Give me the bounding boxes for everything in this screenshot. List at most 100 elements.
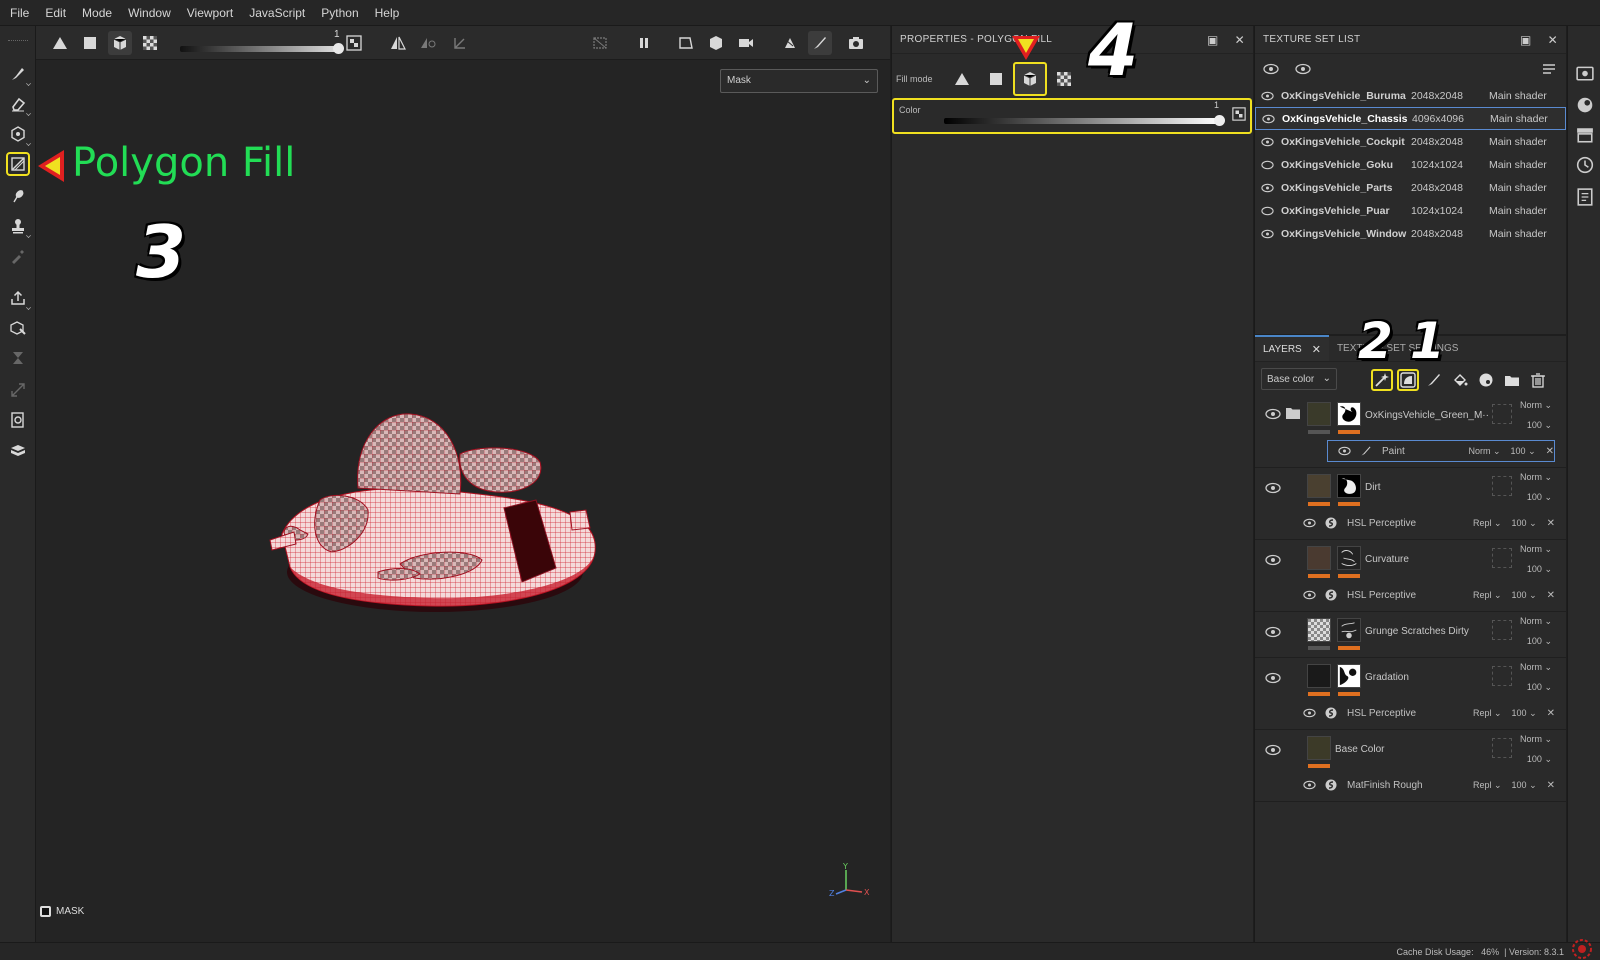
eye-icon[interactable] xyxy=(1262,114,1276,124)
menu-mode[interactable]: Mode xyxy=(80,6,124,20)
view-2d-button[interactable] xyxy=(674,31,698,55)
menu-window[interactable]: Window xyxy=(126,6,183,20)
clone-tool[interactable] xyxy=(6,214,31,238)
eye-icon[interactable] xyxy=(1303,518,1317,528)
log-icon[interactable] xyxy=(1576,188,1594,206)
hide-mask-button[interactable] xyxy=(588,31,612,55)
mask-indicator[interactable]: MASK xyxy=(40,906,84,917)
add-effect-button[interactable] xyxy=(1371,369,1393,391)
fill-mode-mesh[interactable] xyxy=(1012,62,1047,96)
sublayer-blend[interactable]: Repl ⌄ xyxy=(1473,780,1502,791)
texture-set-row[interactable]: OxKingsVehicle_Cockpit 2048x2048 Main sh… xyxy=(1255,130,1566,153)
eye-icon[interactable] xyxy=(1265,408,1281,420)
pause-button[interactable] xyxy=(632,31,656,55)
measure-tool[interactable] xyxy=(6,408,30,432)
display-tool[interactable] xyxy=(6,438,30,462)
fill-mode-quad-button[interactable] xyxy=(78,31,102,55)
smudge-tool[interactable] xyxy=(6,184,30,208)
vehicle-3d-model[interactable] xyxy=(260,382,600,622)
add-paint-layer-button[interactable] xyxy=(1423,369,1445,391)
eye-icon[interactable] xyxy=(1303,780,1317,790)
effect-sublayer[interactable]: HSL Perceptive Repl ⌄ 100 ⌄ ✕ xyxy=(1303,702,1555,724)
geometry-mask-tool[interactable] xyxy=(6,316,30,340)
layer-blend-mode[interactable]: Norm ⌄ xyxy=(1520,734,1552,745)
texture-set-row[interactable]: OxKingsVehicle_Puar 1024x1024 Main shade… xyxy=(1255,199,1566,222)
paint-brush-tool[interactable] xyxy=(6,62,31,86)
camera-button[interactable] xyxy=(734,31,758,55)
layer-opacity[interactable]: 100 ⌄ xyxy=(1527,492,1552,503)
viewport[interactable]: 1 Mask ⌄ Polygon Fill 3 Y X Z MASK xyxy=(36,26,890,942)
eye-icon[interactable] xyxy=(1261,183,1275,193)
layer-blend-mode[interactable]: Norm ⌄ xyxy=(1520,544,1552,555)
eraser-tool[interactable] xyxy=(6,92,31,116)
screenshot-button[interactable] xyxy=(844,31,868,55)
layer-opacity[interactable]: 100 ⌄ xyxy=(1527,682,1552,693)
display-settings-icon[interactable] xyxy=(1576,96,1594,114)
texture-set-row[interactable]: OxKingsVehicle_Goku 1024x1024 Main shade… xyxy=(1255,153,1566,176)
maximize-icon[interactable]: ▣ xyxy=(1520,33,1532,47)
history-icon[interactable] xyxy=(1576,156,1594,174)
archive-icon[interactable] xyxy=(1576,126,1594,144)
slider-mode-button[interactable] xyxy=(342,31,366,55)
polygon-fill-tool[interactable] xyxy=(6,152,30,176)
color-picker-tool[interactable] xyxy=(6,244,30,268)
mask-dropdown[interactable]: Mask ⌄ xyxy=(720,69,878,93)
channel-dropdown[interactable]: Base color ⌄ xyxy=(1261,368,1337,390)
eye-icon[interactable] xyxy=(1303,590,1317,600)
sublayer-opacity[interactable]: 100 ⌄ xyxy=(1512,708,1537,719)
toolbar-grip[interactable] xyxy=(7,40,28,42)
view-3d-button[interactable] xyxy=(704,31,728,55)
texture-set-row-selected[interactable]: OxKingsVehicle_Chassis 4096x4096 Main sh… xyxy=(1255,107,1566,130)
menu-help[interactable]: Help xyxy=(373,6,412,20)
fill-mode-mesh-button[interactable] xyxy=(108,31,132,55)
layer-blend-mode[interactable]: Norm ⌄ xyxy=(1520,662,1552,673)
layer-blend-mode[interactable]: Norm ⌄ xyxy=(1520,400,1552,411)
eye-icon[interactable] xyxy=(1265,626,1281,638)
sublayer-opacity[interactable]: 100 ⌄ xyxy=(1511,446,1536,457)
fill-mode-quad[interactable] xyxy=(979,62,1013,96)
add-folder-button[interactable] xyxy=(1501,369,1523,391)
transform-button[interactable] xyxy=(448,31,472,55)
eye-closed-icon[interactable] xyxy=(1261,160,1275,170)
fill-mode-uv[interactable] xyxy=(1047,62,1081,96)
sublayer-opacity[interactable]: 100 ⌄ xyxy=(1512,518,1537,529)
menu-edit[interactable]: Edit xyxy=(43,6,78,20)
effect-sublayer[interactable]: HSL Perceptive Repl ⌄ 100 ⌄ ✕ xyxy=(1303,584,1555,606)
maximize-icon[interactable]: ▣ xyxy=(1207,33,1219,47)
environment-button[interactable] xyxy=(778,31,802,55)
layer-blend-mode[interactable]: Norm ⌄ xyxy=(1520,616,1552,627)
close-icon[interactable]: ✕ xyxy=(1548,33,1558,47)
transform-tool[interactable] xyxy=(6,378,30,402)
eye-icon[interactable] xyxy=(1295,62,1311,76)
sublayer-opacity[interactable]: 100 ⌄ xyxy=(1512,780,1537,791)
effect-sublayer[interactable]: MatFinish Rough Repl ⌄ 100 ⌄ ✕ xyxy=(1303,774,1555,796)
sublayer-blend[interactable]: Repl ⌄ xyxy=(1473,590,1502,601)
menu-file[interactable]: File xyxy=(8,6,41,20)
eye-icon[interactable] xyxy=(1261,91,1275,101)
eye-cycle-icon[interactable] xyxy=(1263,62,1279,76)
list-menu-icon[interactable] xyxy=(1542,62,1556,76)
effect-sublayer[interactable]: HSL Perceptive Repl ⌄ 100 ⌄ ✕ xyxy=(1303,512,1555,534)
eye-closed-icon[interactable] xyxy=(1261,206,1275,216)
sublayer-blend[interactable]: Repl ⌄ xyxy=(1473,708,1502,719)
bake-tool[interactable] xyxy=(6,286,31,310)
close-icon[interactable]: ✕ xyxy=(1312,343,1321,356)
fill-mode-triangle-button[interactable] xyxy=(48,31,72,55)
close-icon[interactable]: ✕ xyxy=(1547,708,1555,719)
paint-sublayer[interactable]: Paint Norm ⌄ 100 ⌄ ✕ xyxy=(1327,440,1555,462)
layer-opacity[interactable]: 100 ⌄ xyxy=(1527,564,1552,575)
layer-curvature[interactable]: Curvature Norm ⌄ 100 ⌄ HSL Perceptive Re… xyxy=(1255,540,1566,612)
eye-icon[interactable] xyxy=(1303,708,1317,718)
eye-icon[interactable] xyxy=(1265,554,1281,566)
layer-blend-mode[interactable]: Norm ⌄ xyxy=(1520,472,1552,483)
close-icon[interactable]: ✕ xyxy=(1547,780,1555,791)
layer-dirt[interactable]: Dirt Norm ⌄ 100 ⌄ HSL Perceptive Repl ⌄ … xyxy=(1255,468,1566,540)
projection-tool[interactable] xyxy=(6,122,31,146)
eye-icon[interactable] xyxy=(1261,137,1275,147)
symmetry-button[interactable] xyxy=(386,31,410,55)
color-slider-handle[interactable] xyxy=(1214,115,1225,126)
layer-opacity[interactable]: 100 ⌄ xyxy=(1527,420,1552,431)
checker-square-icon[interactable] xyxy=(1232,107,1246,121)
layer-base-color[interactable]: Base Color Norm ⌄ 100 ⌄ MatFinish Rough … xyxy=(1255,730,1566,802)
delete-layer-button[interactable] xyxy=(1527,369,1549,391)
